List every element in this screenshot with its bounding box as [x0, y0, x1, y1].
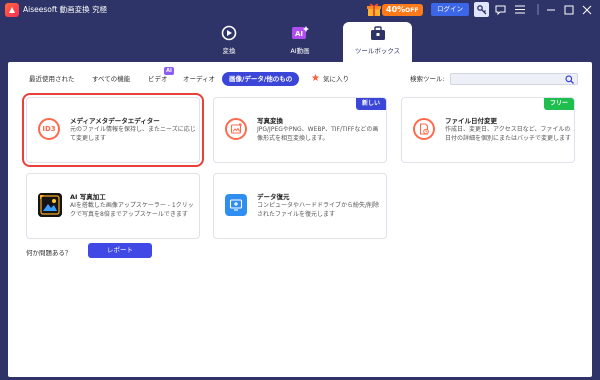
search-label: 検索ツール: — [410, 75, 445, 83]
photo-convert-icon — [225, 118, 247, 140]
star-icon: ★ — [311, 73, 320, 84]
free-badge: フリー — [543, 98, 574, 110]
discount-percent: 40% — [386, 5, 406, 14]
tool-card-data-recovery[interactable]: データ復元 コンピュータやハードドライブから紛失/削除されたファイルを復元します — [213, 173, 387, 239]
new-badge: 新しい — [355, 98, 386, 110]
card-title: ファイル日付変更 — [445, 117, 497, 125]
login-button[interactable]: ログイン — [431, 3, 469, 16]
data-recovery-icon — [225, 194, 247, 216]
card-title: 写真変換 — [257, 117, 283, 125]
card-title: メディアメタデータエディター — [70, 117, 160, 125]
tool-card-file-date-changer[interactable]: フリー ファイル日付変更 作成日、変更日、アクセス日など、ファイルの日付の詳細を… — [401, 97, 575, 163]
problem-question: 何か問題ある？ — [26, 249, 72, 257]
tab-convert[interactable]: 変換 — [195, 22, 263, 62]
convert-icon — [195, 24, 263, 42]
maximize-icon[interactable] — [561, 2, 576, 17]
card-title: データ復元 — [257, 193, 290, 201]
id3-icon: ID3 — [38, 118, 60, 140]
key-icon[interactable] — [474, 2, 489, 17]
category-favorites[interactable]: ★ 気に入り — [311, 72, 349, 86]
chat-icon[interactable] — [493, 2, 508, 17]
title-bar: Aiseesoft 動画変換 究極 40%OFF ログイン 変換 AI AI動画… — [0, 0, 600, 62]
gift-icon — [367, 3, 381, 16]
tab-ai-video[interactable]: AI AI動画 — [266, 22, 334, 62]
minimize-icon[interactable] — [543, 2, 558, 17]
category-favorites-label: 気に入り — [323, 75, 349, 83]
toolbox-icon — [343, 24, 412, 42]
app-logo-icon — [5, 3, 19, 17]
tab-convert-label: 変換 — [222, 47, 236, 55]
category-all[interactable]: すべての機能 — [92, 72, 130, 86]
card-description: コンピュータやハードドライブから紛失/削除されたファイルを復元します — [257, 202, 380, 218]
card-title: AI 写真加工 — [70, 193, 106, 201]
tool-card-media-metadata-editor[interactable]: ID3 メディアメタデータエディター 元のファイル情報を保持し、またニーズに応じ… — [22, 93, 204, 167]
tab-toolbox[interactable]: ツールボックス — [343, 22, 412, 62]
id3-icon-text: ID3 — [42, 125, 56, 133]
menu-icon[interactable] — [512, 2, 527, 17]
toolbox-panel: 最近使用された すべての機能 ビデオ AI オーディオ 画像/データ/他のもの … — [8, 62, 592, 377]
search-icon[interactable] — [565, 75, 574, 84]
app-title: Aiseesoft 動画変換 究極 — [23, 5, 108, 14]
category-recent[interactable]: 最近使用された — [29, 72, 75, 86]
ai-badge: AI — [164, 67, 174, 75]
report-button[interactable]: レポート — [88, 243, 152, 258]
tab-ai-video-label: AI動画 — [290, 47, 310, 55]
file-date-icon — [413, 118, 435, 140]
card-description: 作成日、変更日、アクセス日など、ファイルの日付の詳細を個別にまたはバッチで変更し… — [445, 126, 572, 142]
close-icon[interactable] — [579, 2, 594, 17]
ai-photo-icon — [38, 193, 62, 217]
discount-suffix: OFF — [405, 7, 419, 14]
search-input[interactable] — [451, 74, 577, 84]
svg-text:AI: AI — [295, 30, 303, 38]
ai-video-icon: AI — [266, 24, 334, 42]
promo-offer[interactable]: 40%OFF — [367, 2, 425, 17]
category-image-data-other[interactable]: 画像/データ/他のもの — [222, 72, 300, 86]
card-description: 元のファイル情報を保持し、またニーズに応じて変更します — [70, 126, 196, 142]
category-audio[interactable]: オーディオ — [183, 72, 215, 86]
discount-badge: 40%OFF — [382, 4, 424, 16]
category-bar: 最近使用された すべての機能 ビデオ AI オーディオ 画像/データ/他のもの … — [8, 62, 592, 92]
tool-card-photo-convert[interactable]: 新しい 写真変換 JPG/JPEGやPNG、WEBP、TIF/TIFFなどの画像… — [213, 97, 387, 163]
tab-toolbox-label: ツールボックス — [354, 47, 401, 55]
tool-card-ai-photo-enhancer[interactable]: AI 写真加工 AIを搭載した画像アップスケーラー - 1クリックで写真を8倍ま… — [26, 173, 200, 239]
card-description: JPG/JPEGやPNG、WEBP、TIF/TIFFなどの画像形式を相互変換しま… — [257, 126, 379, 142]
search-box — [450, 73, 578, 85]
card-description: AIを搭載した画像アップスケーラー - 1クリックで写真を8倍までアップスケール… — [70, 202, 194, 218]
